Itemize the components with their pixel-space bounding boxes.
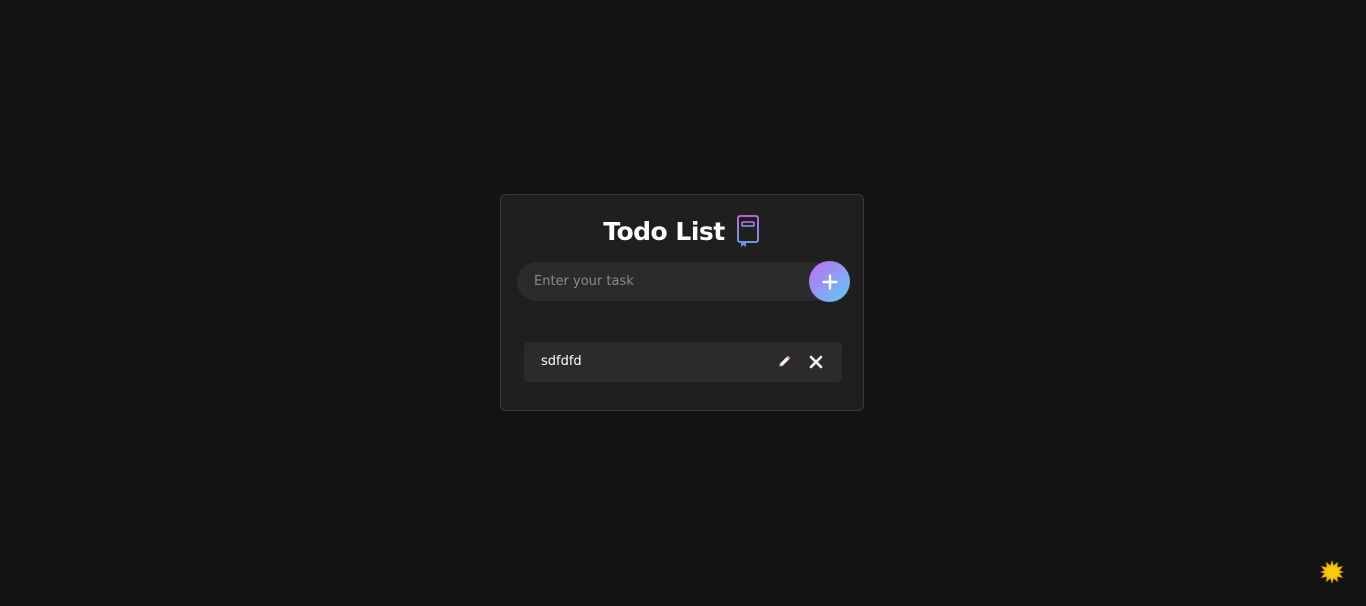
task-list: sdfdfd [524,342,842,382]
page-title: Todo List [603,216,725,246]
pencil-icon [778,355,791,368]
edit-task-button[interactable] [775,353,793,371]
task-input-wrapper [517,262,833,301]
task-text: sdfdfd [541,354,582,369]
close-icon [809,355,823,369]
add-task-button[interactable] [809,261,850,302]
list-item: sdfdfd [524,342,842,382]
plus-icon [821,273,838,290]
header: Todo List [501,213,863,249]
todo-card: Todo List sdfdfd [500,194,864,411]
task-input[interactable] [517,262,807,301]
delete-task-button[interactable] [807,353,825,371]
sun-icon [1319,560,1345,584]
theme-toggle-button[interactable] [1319,560,1345,584]
notebook-icon [736,215,759,247]
